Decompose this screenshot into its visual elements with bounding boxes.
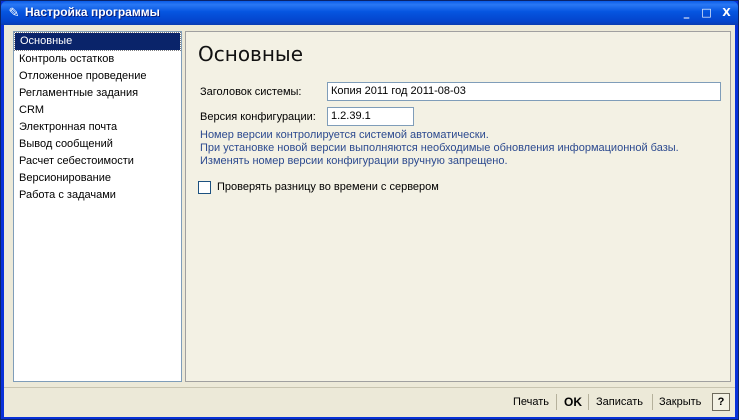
settings-panel: Основные Заголовок системы: Копия 2011 г…: [185, 31, 731, 382]
system-title-field[interactable]: Копия 2011 год 2011-08-03: [327, 82, 721, 101]
sidebar-item-tasks[interactable]: Работа с задачами: [14, 187, 181, 204]
minimize-button[interactable]: _: [677, 4, 696, 22]
ok-button[interactable]: OK: [564, 393, 582, 411]
title-bar[interactable]: ✎ Настройка программы _ □ X: [1, 1, 738, 25]
version-note-2: При установке новой версии выполняются н…: [200, 142, 679, 154]
sidebar-item-main[interactable]: Основные: [14, 32, 181, 51]
config-version-label: Версия конфигурации:: [200, 111, 316, 123]
system-title-label: Заголовок системы:: [200, 86, 302, 98]
window-title: Настройка программы: [25, 5, 160, 19]
settings-sections-list: Основные Контроль остатков Отложенное пр…: [13, 31, 182, 382]
sidebar-item-stock-control[interactable]: Контроль остатков: [14, 51, 181, 68]
sidebar-item-deferred-posting[interactable]: Отложенное проведение: [14, 68, 181, 85]
save-button[interactable]: Записать: [596, 393, 643, 411]
sidebar-item-versioning[interactable]: Версионирование: [14, 170, 181, 187]
check-time-label[interactable]: Проверять разницу во времени с сервером: [217, 181, 439, 193]
separator: [556, 394, 557, 410]
window-client-area: Основные Контроль остатков Отложенное пр…: [4, 25, 735, 417]
page-title: Основные: [198, 42, 304, 66]
footer-divider: [4, 387, 735, 388]
sidebar-item-crm[interactable]: CRM: [14, 102, 181, 119]
print-button[interactable]: Печать: [513, 393, 549, 411]
check-time-checkbox[interactable]: [198, 181, 211, 194]
close-button[interactable]: Закрыть: [659, 393, 701, 411]
sidebar-item-email[interactable]: Электронная почта: [14, 119, 181, 136]
sidebar-item-scheduled-jobs[interactable]: Регламентные задания: [14, 85, 181, 102]
help-button[interactable]: ?: [712, 393, 730, 411]
command-bar: Печать OK Записать Закрыть ?: [4, 391, 735, 413]
config-version-field[interactable]: 1.2.39.1: [327, 107, 414, 126]
maximize-button[interactable]: □: [697, 4, 716, 22]
separator: [588, 394, 589, 410]
settings-window: ✎ Настройка программы _ □ X Основные Кон…: [0, 0, 739, 420]
separator: [652, 394, 653, 410]
version-note-3: Изменять номер версии конфигурации вручн…: [200, 155, 508, 167]
sidebar-item-messages-output[interactable]: Вывод сообщений: [14, 136, 181, 153]
app-edit-icon: ✎: [8, 5, 20, 20]
sidebar-item-cost-calculation[interactable]: Расчет себестоимости: [14, 153, 181, 170]
close-window-button[interactable]: X: [717, 4, 736, 22]
version-note-1: Номер версии контролируется системой авт…: [200, 129, 489, 141]
